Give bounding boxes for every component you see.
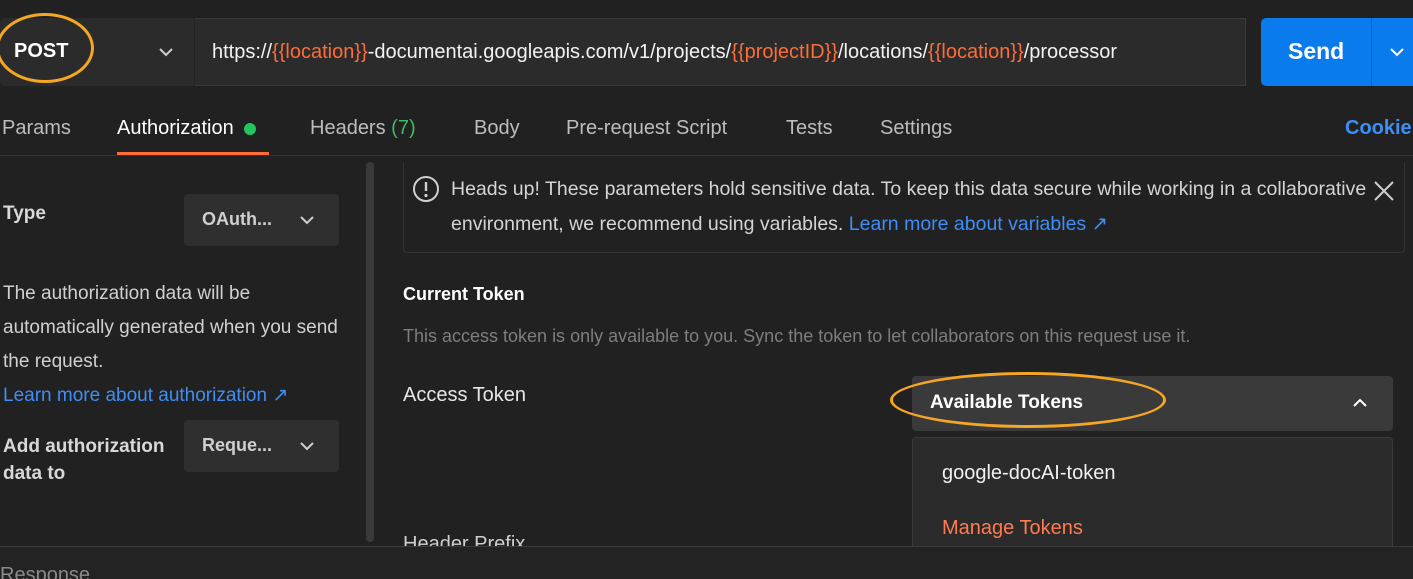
request-bar: POST https://{{location}}-documentai.goo… [0,0,1413,100]
alert-message: Heads up! These parameters hold sensitiv… [451,172,1371,242]
auth-sidebar: Type OAuth... The authorization data wil… [0,157,380,545]
tab-body[interactable]: Body [474,117,520,140]
learn-auth-link[interactable]: Learn more about authorization ↗ [3,385,288,406]
url-segment: -documentai.googleapis.com/v1/projects/ [367,41,732,63]
url-segment: /processor [1023,41,1118,63]
tokens-dropdown-menu: google-docAI-token Manage Tokens [912,437,1393,563]
send-label: Send [1288,38,1345,64]
url-variable: {{projectID}} [731,41,838,63]
access-token-label: Access Token [403,384,527,406]
tab-prerequest-script[interactable]: Pre-request Script [566,117,727,140]
chevron-down-icon [300,216,314,225]
type-label: Type [3,203,46,224]
method-label: POST [14,40,69,62]
send-divider [1371,18,1372,86]
auth-type-value: OAuth... [202,209,272,229]
add-auth-label: Add authorization data to [3,436,165,484]
sensitive-data-alert: Heads up! These parameters hold sensitiv… [403,163,1405,253]
send-button[interactable]: Send [1261,18,1413,86]
auth-type-select[interactable]: OAuth... [184,194,339,246]
tab-params[interactable]: Params [2,117,71,140]
current-token-description: This access token is only available to y… [403,326,1191,346]
response-bar: Response [0,546,1413,579]
chevron-down-icon[interactable] [1389,46,1405,58]
auth-description-text: The authorization data will be automatic… [3,283,338,372]
tab-authorization[interactable]: Authorization [117,117,256,140]
chevron-up-icon [1353,398,1367,407]
url-text: https://{{location}}-documentai.googleap… [212,41,1117,64]
info-icon [413,176,439,202]
cookies-link[interactable]: Cookie [1345,117,1412,140]
learn-variables-link[interactable]: Learn more about variables ↗ [849,213,1108,235]
tab-headers[interactable]: Headers (7) [310,117,416,140]
available-tokens-label: Available Tokens [930,392,1084,413]
headers-count: (7) [391,117,416,139]
auth-description: The authorization data will be automatic… [3,277,353,413]
tab-settings[interactable]: Settings [880,117,952,140]
url-variable: {{location}} [272,41,368,63]
add-auth-to-value: Reque... [202,435,273,455]
url-segment: https:// [212,41,273,63]
url-input[interactable]: https://{{location}}-documentai.googleap… [195,18,1246,86]
tab-tests[interactable]: Tests [786,117,833,140]
tab-headers-label: Headers [310,117,386,139]
menu-item-manage-tokens[interactable]: Manage Tokens [942,517,1083,540]
header-prefix-label: Header Prefix [403,533,526,547]
tab-authorization-label: Authorization [117,117,234,139]
scrollbar[interactable] [366,162,374,542]
request-tabs: Params Authorization Headers (7) Body Pr… [0,100,1413,156]
available-tokens-select[interactable]: Available Tokens [912,376,1393,431]
status-dot-icon [243,122,256,135]
url-segment: /locations/ [837,41,929,63]
menu-item-google-docai-token[interactable]: google-docAI-token [942,462,1115,485]
response-label[interactable]: Response [0,564,90,579]
close-icon[interactable] [1372,179,1396,203]
method-select[interactable]: POST [0,18,194,86]
current-token-heading: Current Token [403,284,525,304]
add-auth-to-select[interactable]: Reque... [184,420,339,472]
active-tab-indicator [117,152,269,155]
url-variable: {{location}} [928,41,1024,63]
chevron-down-icon [159,48,173,57]
chevron-down-icon [300,442,314,451]
